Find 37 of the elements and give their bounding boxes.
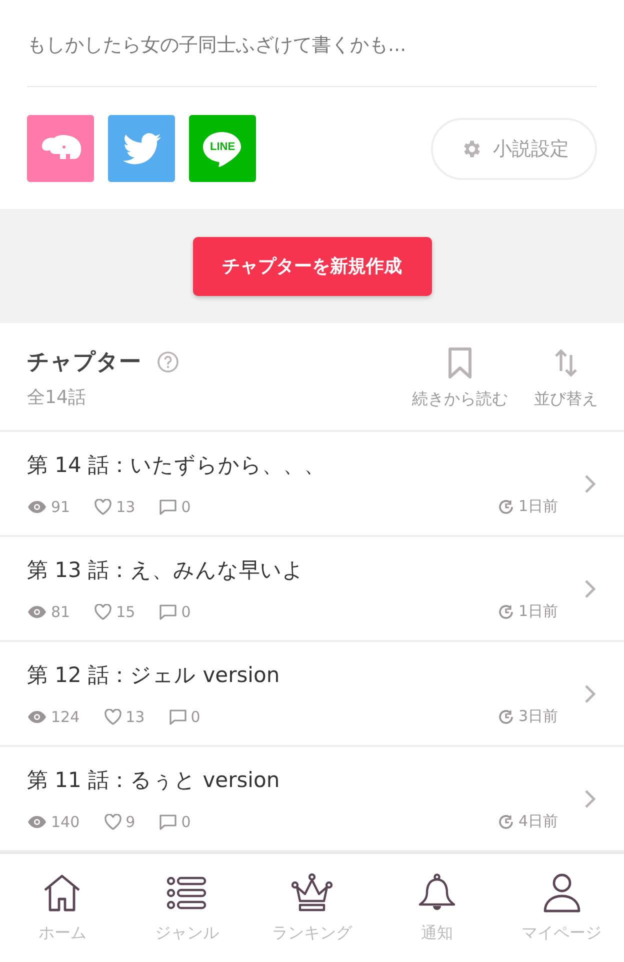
view-count: 124: [51, 708, 80, 726]
nav-tab[interactable]: 通知: [374, 872, 500, 944]
chapter-row[interactable]: 第 12 話：ジェル version 124 13 0 3日前: [0, 642, 624, 747]
chapter-row[interactable]: 第 14 話：いたずらから、、、 91 13 0 1日前: [0, 432, 624, 537]
nav-tab[interactable]: マイページ: [499, 872, 624, 944]
description-text: もしかしたら女の子同士ふざけて書くかも...: [27, 33, 408, 58]
chapter-row[interactable]: 第 13 話：え、みんな早いよ 81 15 0 1日前: [0, 537, 624, 642]
chapter-count: 全14話: [27, 386, 87, 409]
share-chat-button[interactable]: LINE: [189, 115, 256, 182]
nav-tab[interactable]: ランキング: [250, 872, 374, 944]
comment-count: 0: [181, 812, 191, 830]
like-count: 13: [126, 708, 145, 726]
like-count: 15: [116, 602, 136, 620]
novel-settings-button[interactable]: 小説設定: [431, 118, 597, 180]
chapter-title: 第 14 話：いたずらから、、、: [27, 452, 326, 479]
nav-tab[interactable]: ホーム: [0, 872, 125, 944]
continue-reading-button[interactable]: 続きから読む: [412, 347, 508, 410]
updated-time: 1日前: [518, 602, 558, 621]
chapter-title: 第 13 話：え、みんな早いよ: [27, 557, 306, 584]
updated-time: 3日前: [518, 707, 558, 726]
view-count: 140: [51, 812, 80, 830]
chapters-title: チャプター: [27, 349, 141, 377]
updated-time: 1日前: [518, 497, 558, 516]
create-chapter-button[interactable]: チャプターを新規作成: [192, 236, 432, 296]
comment-count: 0: [190, 708, 200, 726]
view-count: 91: [51, 498, 70, 516]
sort-button[interactable]: 並び替え: [534, 347, 598, 410]
like-count: 13: [116, 498, 136, 516]
nav-tab[interactable]: ジャンル: [124, 872, 250, 944]
comment-count: 0: [181, 602, 191, 620]
view-count: 81: [51, 602, 70, 620]
updated-time: 4日前: [518, 812, 558, 831]
comment-count: 0: [181, 498, 191, 516]
chapter-title: 第 12 話：ジェル version: [27, 662, 281, 689]
chat-logo-text: LINE: [210, 140, 236, 152]
chapter-title: 第 11 話：るぅと version: [27, 767, 281, 794]
like-count: 9: [126, 812, 136, 830]
